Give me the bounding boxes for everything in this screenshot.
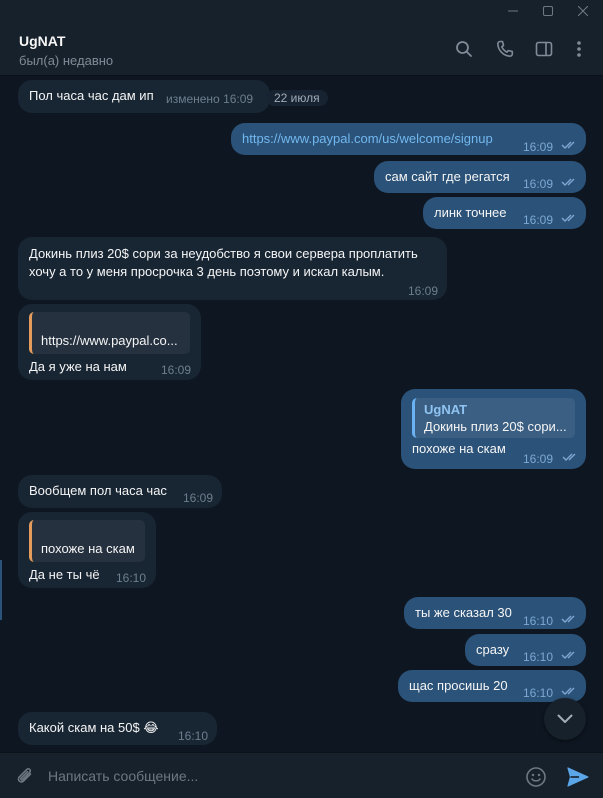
- maximize-button[interactable]: [533, 0, 563, 22]
- message-outgoing[interactable]: щас просишь 20 16:10: [398, 670, 586, 702]
- unread-marker: [0, 560, 2, 620]
- message-incoming[interactable]: Пол часа час дам ип изменено 16:09: [18, 80, 270, 113]
- message-text: сразу: [476, 642, 510, 657]
- message-time: изменено 16:09: [166, 92, 254, 106]
- message-list[interactable]: Пол часа час дам ип изменено 16:09 22 ию…: [0, 77, 603, 752]
- send-button[interactable]: [566, 765, 590, 789]
- search-icon: [456, 41, 472, 57]
- double-check-icon: [561, 651, 575, 659]
- phone-icon: [497, 40, 514, 57]
- double-check-icon: [561, 178, 575, 186]
- message-link[interactable]: https://www.paypal.com/us/welcome/signup: [242, 131, 493, 146]
- double-check-icon: [561, 615, 575, 623]
- message-time: 16:10: [116, 571, 147, 585]
- message-text-line1: Докинь плиз 20$ сори за неудобство я сво…: [29, 246, 418, 261]
- reply-author: UgNAT: [424, 402, 468, 417]
- message-text: сам сайт где регатся: [385, 169, 510, 184]
- message-outgoing[interactable]: ты же сказал 30 16:10: [404, 597, 586, 629]
- contact-status: был(а) недавно: [19, 53, 114, 68]
- scroll-to-bottom-button[interactable]: [544, 698, 586, 740]
- message-text-line2: хочу а то у меня просрочка 3 день поэтом…: [29, 264, 385, 279]
- attach-icon: [17, 768, 32, 783]
- window-titlebar: [0, 0, 603, 22]
- send-icon: [567, 767, 589, 787]
- message-text: линк точнее: [434, 205, 507, 220]
- message-incoming[interactable]: Вообщем пол часа час 16:09: [18, 475, 222, 508]
- attach-button[interactable]: [14, 765, 38, 789]
- reply-text: Докинь плиз 20$ сори...: [424, 419, 567, 434]
- more-icon: [577, 41, 581, 57]
- message-outgoing[interactable]: UgNAT Докинь плиз 20$ сори... похоже на …: [401, 389, 586, 469]
- message-outgoing[interactable]: сразу 16:10: [465, 634, 586, 666]
- message-input[interactable]: [48, 763, 508, 789]
- emoji-icon: [526, 767, 546, 787]
- message-time: 16:09: [408, 284, 439, 298]
- message-time: 16:09: [523, 213, 554, 227]
- reply-preview[interactable]: похоже на скам: [29, 520, 145, 562]
- message-time: 16:10: [178, 729, 209, 743]
- message-time: 16:09: [523, 452, 554, 466]
- double-check-icon: [561, 687, 575, 695]
- sidebar-toggle-button[interactable]: [533, 38, 555, 60]
- double-check-icon: [561, 214, 575, 222]
- minimize-button[interactable]: [498, 0, 528, 22]
- sidebar-icon: [535, 41, 553, 57]
- reply-preview[interactable]: UgNAT Докинь плиз 20$ сори...: [412, 398, 575, 438]
- message-incoming[interactable]: Какой скам на 50$ 😂 16:10: [18, 712, 217, 745]
- maximize-icon: [543, 6, 553, 16]
- close-window-button[interactable]: [568, 0, 598, 22]
- message-time: 16:10: [523, 686, 554, 700]
- message-outgoing[interactable]: https://www.paypal.com/us/welcome/signup…: [231, 123, 586, 155]
- laughing-emoji: 😂: [143, 720, 159, 735]
- message-text: щас просишь 20: [409, 678, 508, 693]
- message-incoming[interactable]: похоже на скам Да не ты чё 16:10: [18, 512, 156, 588]
- message-outgoing[interactable]: линк точнее 16:09: [423, 197, 586, 229]
- message-text: Какой скам на 50$: [29, 720, 140, 735]
- emoji-button[interactable]: [524, 765, 548, 789]
- double-check-icon: [561, 141, 575, 149]
- message-time: 16:09: [161, 363, 192, 377]
- double-check-icon: [562, 453, 576, 461]
- message-text: Вообщем пол часа час: [29, 483, 167, 498]
- contact-name[interactable]: UgNAT: [19, 33, 65, 49]
- message-time: 16:09: [183, 491, 214, 505]
- message-time: 16:10: [523, 614, 554, 628]
- message-incoming[interactable]: https://www.paypal.co... Да я уже на нам…: [18, 304, 201, 380]
- close-icon: [578, 6, 588, 16]
- message-text: ты же сказал 30: [415, 605, 512, 620]
- minimize-icon: [508, 10, 518, 12]
- message-text: Пол часа час дам ип: [29, 88, 154, 103]
- chevron-down-icon: [557, 714, 573, 723]
- message-incoming[interactable]: Докинь плиз 20$ сори за неудобство я сво…: [18, 237, 447, 300]
- message-time: 16:10: [523, 650, 554, 664]
- message-time: 16:09: [523, 140, 554, 154]
- search-button[interactable]: [453, 38, 475, 60]
- message-outgoing[interactable]: сам сайт где регатся 16:09: [374, 161, 586, 193]
- call-button[interactable]: [494, 38, 516, 60]
- chat-header: UgNAT был(а) недавно: [0, 22, 603, 76]
- message-time: 16:09: [523, 177, 554, 191]
- more-button[interactable]: [568, 38, 590, 60]
- reply-preview[interactable]: https://www.paypal.co...: [29, 312, 190, 354]
- date-separator: 22 июля: [266, 90, 328, 106]
- message-composer: [0, 752, 603, 798]
